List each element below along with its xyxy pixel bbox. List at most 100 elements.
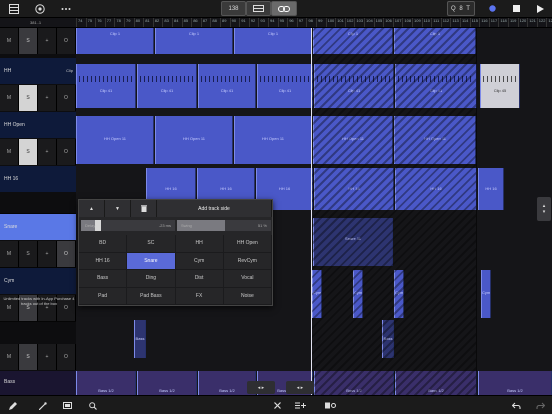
move-down-button[interactable]: ▼ <box>105 200 131 217</box>
clip[interactable]: Bass <box>134 320 146 358</box>
clip[interactable]: HH Open 11 <box>394 116 476 164</box>
delay-slider-knob[interactable] <box>95 220 102 231</box>
power-button[interactable]: O <box>57 28 76 54</box>
clip[interactable]: HH Open 11 <box>234 116 312 164</box>
mute-button[interactable]: M <box>0 28 19 54</box>
clip[interactable]: Clip 41 <box>137 64 197 108</box>
clip[interactable]: Bass 1/2 <box>395 371 477 395</box>
tempo-display[interactable]: 138 <box>221 1 246 16</box>
add-button[interactable]: + <box>38 85 57 111</box>
clip[interactable]: Bass 1/2 <box>137 371 197 395</box>
swing-slider[interactable]: Swing 51 % <box>177 220 271 231</box>
instrument-option[interactable]: Pad <box>79 287 128 305</box>
quantize-button[interactable]: Q 8 T <box>447 1 475 16</box>
add-button[interactable]: + <box>38 28 57 54</box>
clip[interactable]: Bass 1/2 <box>478 371 552 395</box>
clip[interactable]: HH 16 <box>395 168 477 210</box>
loop-view-icon[interactable] <box>246 1 271 16</box>
clip[interactable]: Clip 1 <box>234 28 312 54</box>
track-hh[interactable]: HH Clip M S + O <box>0 58 76 111</box>
clip[interactable]: Cym <box>481 270 491 318</box>
redo-icon[interactable] <box>533 398 547 413</box>
stop-icon[interactable] <box>509 1 523 16</box>
undo-icon[interactable] <box>509 398 523 413</box>
track-bass[interactable]: Bass <box>0 371 76 395</box>
clip[interactable]: Clip 1 <box>394 28 476 54</box>
instrument-option[interactable]: BD <box>79 235 128 253</box>
vertical-scroll-handle[interactable]: ▴ ▾ <box>537 197 551 221</box>
mute-button[interactable]: M <box>0 241 19 267</box>
pencil-icon[interactable] <box>6 398 20 413</box>
clip[interactable]: Clip 1 <box>76 28 154 54</box>
clip-view-icon[interactable] <box>60 398 74 413</box>
nav-right-button[interactable]: ◂ ▸ <box>286 381 314 394</box>
clip-selected[interactable]: Clip 45 <box>480 64 520 108</box>
mute-button[interactable]: M <box>0 85 19 111</box>
clip[interactable]: Clip 41 <box>198 64 256 108</box>
clip[interactable]: Cym <box>394 270 404 318</box>
magic-wand-icon[interactable] <box>36 398 50 413</box>
clip[interactable]: Clip 41 <box>257 64 313 108</box>
record-icon[interactable] <box>485 1 499 16</box>
clip[interactable]: Clip 41 <box>314 64 394 108</box>
instrument-option[interactable]: Vocal <box>223 270 272 288</box>
timeline-ruler[interactable]: 74 75 76 77 78 79 80 81 82 83 84 85 86 87 88 89 90 91 92 93… <box>76 18 552 28</box>
power-button[interactable]: O <box>57 85 76 111</box>
power-button[interactable]: O <box>57 344 76 370</box>
clip[interactable]: HH Open 11 <box>76 116 154 164</box>
clip[interactable]: Bass 1/2 <box>76 371 136 395</box>
clip[interactable]: Clip 1 <box>155 28 233 54</box>
close-icon[interactable] <box>270 398 284 413</box>
clip[interactable]: Bass 1/2 <box>314 371 394 395</box>
clip[interactable]: Cym <box>353 270 363 318</box>
track-row[interactable]: M S + O <box>0 28 76 54</box>
instrument-option[interactable]: Pad Bass <box>127 287 176 305</box>
clip[interactable]: Snare 11 <box>313 218 393 266</box>
more-icon[interactable] <box>58 1 74 16</box>
track-snare[interactable]: Snare M S + O <box>0 214 76 268</box>
clip[interactable]: HH 16 <box>314 168 394 210</box>
clip[interactable]: HH Open 11 <box>313 116 393 164</box>
instrument-option[interactable]: HH <box>175 235 224 253</box>
playhead[interactable] <box>311 28 312 395</box>
dial-icon[interactable] <box>32 1 48 16</box>
clip[interactable]: Clip 41 <box>395 64 477 108</box>
track-hh16[interactable]: HH 16 <box>0 166 76 214</box>
instrument-option[interactable]: Cym <box>175 252 224 270</box>
delete-button[interactable] <box>131 200 157 217</box>
move-up-button[interactable]: ▲ <box>79 200 105 217</box>
clip-settings-icon[interactable] <box>322 398 338 413</box>
zoom-icon[interactable] <box>86 398 100 413</box>
power-button[interactable]: O <box>57 139 76 165</box>
solo-button[interactable]: S <box>19 85 38 111</box>
solo-button[interactable]: S <box>19 28 38 54</box>
instrument-option[interactable]: Dist <box>175 270 224 288</box>
nav-left-button[interactable]: ◂ ▸ <box>247 381 275 394</box>
add-button[interactable]: + <box>38 139 57 165</box>
instrument-option[interactable]: HH 16 <box>79 252 128 270</box>
instrument-option[interactable]: Snare <box>127 252 176 270</box>
mute-button[interactable]: M <box>0 344 19 370</box>
track-hh-open[interactable]: HH Open M S + O <box>0 112 76 165</box>
grid-icon[interactable] <box>6 1 22 16</box>
instrument-option[interactable]: SC <box>127 235 176 253</box>
clip[interactable]: Cym <box>312 270 322 318</box>
track-row[interactable]: M S + O <box>0 344 76 370</box>
instrument-option[interactable]: HH Open <box>223 235 272 253</box>
track-cym[interactable]: Cym M S + O <box>0 268 76 322</box>
clip[interactable]: HH 16 <box>478 168 504 210</box>
clip[interactable]: Clip 41 <box>76 64 136 108</box>
power-button[interactable]: O <box>57 241 76 267</box>
delay-slider[interactable]: Delay -23 ms <box>81 220 175 231</box>
instrument-option[interactable]: Noise <box>223 287 272 305</box>
instrument-option[interactable]: FX <box>175 287 224 305</box>
link-icon[interactable] <box>271 1 297 16</box>
mute-button[interactable]: M <box>0 139 19 165</box>
play-icon[interactable] <box>533 1 547 16</box>
instrument-option[interactable]: Ding <box>127 270 176 288</box>
clip[interactable]: Bass <box>382 320 394 358</box>
add-button[interactable]: + <box>38 344 57 370</box>
clip[interactable]: HH Open 11 <box>155 116 233 164</box>
add-button[interactable]: + <box>38 241 57 267</box>
instrument-option[interactable]: Bass <box>79 270 128 288</box>
